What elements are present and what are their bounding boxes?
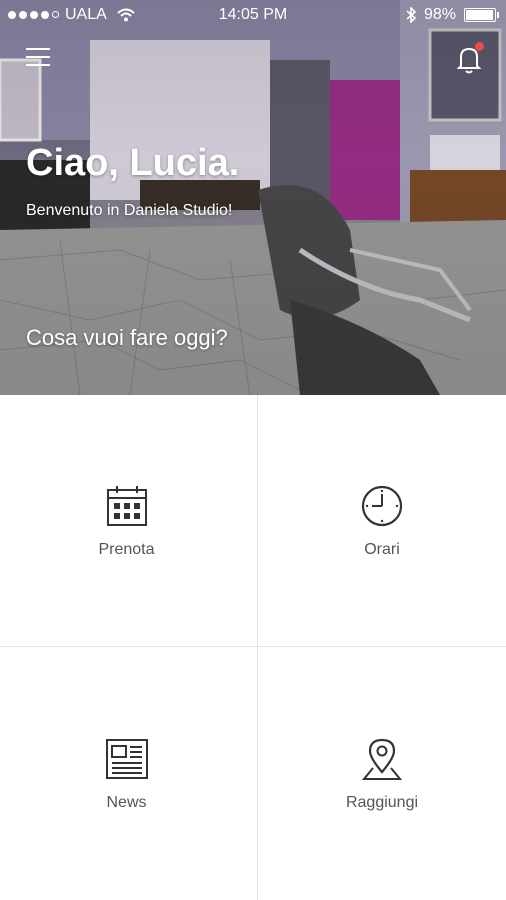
status-bar: UALA 14:05 PM 98% <box>0 0 506 30</box>
tile-raggiungi[interactable]: Raggiungi <box>258 647 506 900</box>
tile-news[interactable]: News <box>0 647 253 900</box>
tile-label: Prenota <box>98 541 155 558</box>
tile-prenota[interactable]: Prenota <box>0 395 253 647</box>
clock-icon <box>361 485 403 527</box>
battery-icon <box>464 8 499 22</box>
grid-divider-horizontal <box>0 646 506 647</box>
hamburger-menu-icon[interactable] <box>26 48 50 70</box>
tile-label: News <box>106 793 147 811</box>
notification-badge <box>475 42 484 51</box>
tile-label: Raggiungi <box>345 793 419 811</box>
notifications-button[interactable] <box>452 42 486 76</box>
action-prompt: Cosa vuoi fare oggi? <box>26 325 228 350</box>
grid-divider-vertical <box>257 395 258 900</box>
action-grid: Prenota Orari News Raggiungi <box>0 395 506 900</box>
newspaper-icon <box>105 738 148 779</box>
welcome-subtitle: Benvenuto in Daniela Studio! <box>26 202 233 219</box>
greeting-title: Ciao, Lucia. <box>26 142 240 184</box>
tile-label: Orari <box>364 541 400 558</box>
calendar-icon <box>106 486 147 526</box>
battery-percentage: 98% <box>423 6 456 23</box>
bluetooth-icon <box>406 7 416 23</box>
map-pin-icon <box>361 738 403 780</box>
tile-orari[interactable]: Orari <box>258 395 506 647</box>
